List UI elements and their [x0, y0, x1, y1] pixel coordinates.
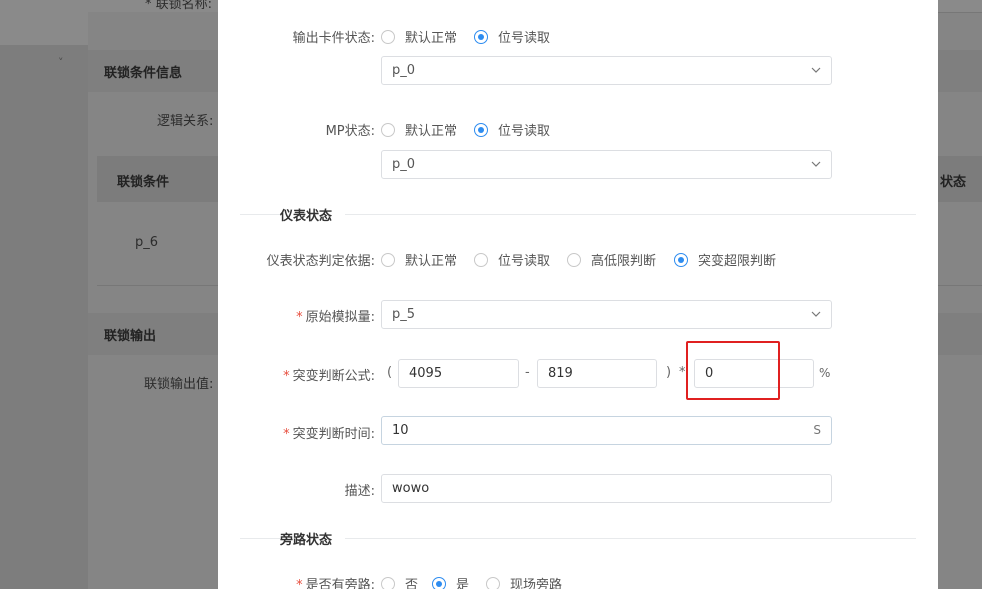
- description-label: 描述:: [344, 484, 375, 499]
- formula-input-b[interactable]: 819: [537, 359, 657, 388]
- basis-radio-mutation[interactable]: 突变超限判断: [674, 250, 776, 269]
- bg-section-condition-title: 联锁条件信息: [104, 66, 183, 81]
- formula-times: *: [679, 365, 686, 380]
- formula-input-a[interactable]: 4095: [398, 359, 519, 388]
- raw-analog-label: * 原始模拟量:: [296, 310, 375, 325]
- formula-minus: -: [525, 365, 530, 380]
- has-bypass-label: * 是否有旁路:: [296, 578, 375, 589]
- time-unit: S: [813, 423, 821, 437]
- formula-label: * 突变判断公式:: [283, 369, 375, 384]
- instrument-section-title: 仪表状态: [280, 209, 333, 224]
- formula-open-paren: (: [387, 365, 393, 380]
- chevron-down-icon: [811, 161, 821, 167]
- bypass-radio-field[interactable]: 现场旁路: [486, 574, 562, 589]
- chevron-down-icon: [811, 67, 821, 73]
- mp-tag-select[interactable]: p_0: [381, 150, 832, 179]
- chevron-down-icon: ˅: [58, 56, 64, 69]
- basis-radio-hilo[interactable]: 高低限判断: [567, 250, 656, 269]
- mutation-time-label: * 突变判断时间:: [283, 427, 375, 442]
- bg-condition-cell: p_6: [135, 235, 159, 250]
- bypass-radio-yes[interactable]: 是: [432, 574, 469, 589]
- bg-logic-relation-label: 逻辑关系:: [157, 114, 214, 129]
- bypass-radio-no[interactable]: 否: [381, 574, 418, 589]
- bg-table-header-condition: 联锁条件: [117, 175, 170, 190]
- formula-unit: %: [819, 366, 831, 380]
- modal-dialog: 输出卡件状态: 默认正常 位号读取 p_0 MP状态: 默认正常 位号读取 p_…: [218, 0, 938, 589]
- output-card-radio-default[interactable]: 默认正常: [381, 27, 457, 46]
- bg-section-output-title: 联锁输出: [104, 329, 157, 344]
- mutation-time-input[interactable]: 10 S: [381, 416, 832, 445]
- description-input[interactable]: wowo: [381, 474, 832, 503]
- bypass-section-title: 旁路状态: [280, 533, 333, 548]
- mp-radio-default[interactable]: 默认正常: [381, 120, 457, 139]
- basis-radio-tag[interactable]: 位号读取: [474, 250, 550, 269]
- output-card-status-label: 输出卡件状态:: [292, 31, 375, 46]
- bg-output-value-label: 联锁输出值:: [144, 377, 214, 392]
- bg-table-header-status: 状态: [940, 175, 967, 190]
- basis-radio-default[interactable]: 默认正常: [381, 250, 457, 269]
- output-card-radio-tag[interactable]: 位号读取: [474, 27, 550, 46]
- raw-analog-select[interactable]: p_5: [381, 300, 832, 329]
- output-card-tag-select[interactable]: p_0: [381, 56, 832, 85]
- chevron-down-icon: [811, 311, 821, 317]
- bg-interlock-name-label: * 联锁名称:: [145, 0, 213, 12]
- formula-close-paren: ): [666, 365, 672, 380]
- instrument-basis-label: 仪表状态判定依据:: [266, 254, 375, 269]
- background-sidebar: [0, 0, 88, 589]
- mp-status-label: MP状态:: [325, 124, 375, 139]
- mp-radio-tag[interactable]: 位号读取: [474, 120, 550, 139]
- annotation-highlight-box: [686, 341, 780, 400]
